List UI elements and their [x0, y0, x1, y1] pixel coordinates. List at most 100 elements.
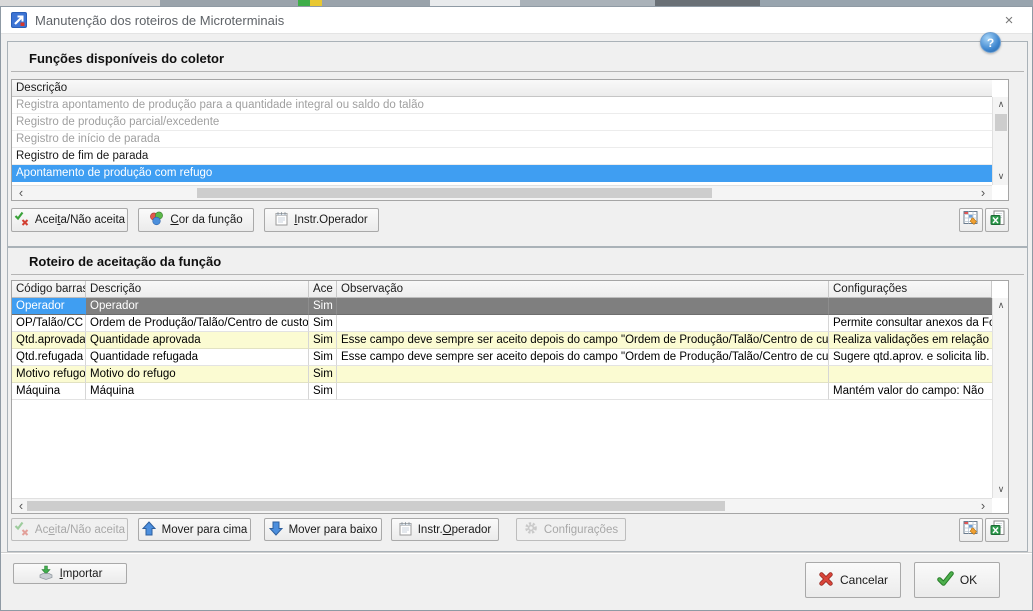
cell-codigo[interactable]: Máquina [12, 383, 86, 400]
list-vertical-scrollbar[interactable]: ∧ ∨ [992, 97, 1008, 185]
hscroll-thumb[interactable] [197, 188, 712, 198]
titlebar[interactable]: Manutenção dos roteiros de Microterminai… [1, 7, 1032, 34]
excel-icon [990, 520, 1005, 541]
cell-descricao[interactable]: Máquina [86, 383, 309, 400]
scroll-left-icon[interactable]: ‹ [14, 186, 28, 200]
cell-ace[interactable]: Sim [309, 383, 337, 400]
cell-configuracoes[interactable]: Realiza validações em relação ao t [829, 332, 992, 349]
cell-codigo[interactable]: Qtd.refugada [12, 349, 86, 366]
cell-descricao[interactable]: Ordem de Produção/Talão/Centro de custo [86, 315, 309, 332]
grid-hand-icon [963, 210, 979, 231]
column-header-descricao[interactable]: Descrição [12, 80, 992, 97]
cell-descricao[interactable]: Quantidade aprovada [86, 332, 309, 349]
cancel-x-icon [818, 571, 834, 590]
import-icon [38, 565, 54, 583]
group2-title: Roteiro de aceitação da função [29, 254, 221, 269]
column-header-configuracoes[interactable]: Configurações [829, 281, 992, 298]
ok-check-icon [937, 571, 954, 589]
grid-horizontal-scrollbar[interactable]: ‹ › [12, 498, 992, 513]
grid-row[interactable]: Qtd.refugada Quantidade refugada Sim Ess… [12, 349, 992, 366]
excel-icon [990, 210, 1005, 231]
cell-ace[interactable]: Sim [309, 349, 337, 366]
list-horizontal-scrollbar[interactable]: ‹ › [12, 185, 992, 200]
column-header-codigo-barras[interactable]: Código barras [12, 281, 86, 298]
dialog-manutencao-roteiros: Manutenção dos roteiros de Microterminai… [0, 6, 1033, 611]
instr-operador-button[interactable]: Instr.Operador [264, 208, 379, 232]
grid-row[interactable]: OP/Talão/CC Ordem de Produção/Talão/Cent… [12, 315, 992, 332]
column-header-descricao[interactable]: Descrição [86, 281, 309, 298]
scroll-right-icon[interactable]: › [976, 186, 990, 200]
list-item-selected[interactable]: Apontamento de produção com refugo [12, 165, 992, 182]
panel-roteiro-aceitacao: Roteiro de aceitação da função Código ba… [7, 247, 1028, 552]
list-item[interactable]: Registra apontamento de produção para a … [12, 97, 992, 114]
cell-ace[interactable]: Sim [309, 366, 337, 383]
aceita-nao-aceita-button[interactable]: Aceita/Não aceita [11, 208, 128, 232]
cell-configuracoes[interactable]: Sugere qtd.aprov. e solicita lib. p/ [829, 349, 992, 366]
grid-customize-button2[interactable] [959, 518, 983, 542]
check-x-icon [14, 521, 29, 539]
grid-row[interactable]: Motivo refugo Motivo do refugo Sim [12, 366, 992, 383]
list-item[interactable]: Registro de início de parada [12, 131, 992, 148]
scroll-down-icon[interactable]: ∨ [993, 483, 1009, 497]
scroll-right-icon[interactable]: › [976, 499, 990, 513]
cell-ace[interactable]: Sim [309, 298, 337, 315]
cell-descricao[interactable]: Quantidade refugada [86, 349, 309, 366]
scroll-up-icon[interactable]: ∧ [993, 299, 1009, 313]
configuracoes-button-disabled[interactable]: Configurações [516, 518, 626, 541]
hscroll-thumb[interactable] [27, 501, 725, 511]
cell-observacao[interactable] [337, 315, 829, 332]
scroll-left-icon[interactable]: ‹ [14, 499, 28, 513]
column-header-observacao[interactable]: Observação [337, 281, 829, 298]
cell-ace[interactable]: Sim [309, 315, 337, 332]
grid-row[interactable]: Qtd.aprovada Quantidade aprovada Sim Ess… [12, 332, 992, 349]
export-excel-button[interactable] [985, 208, 1009, 232]
mover-para-cima-button[interactable]: Mover para cima [138, 518, 251, 541]
arrow-down-icon [269, 521, 283, 539]
scroll-down-icon[interactable]: ∨ [993, 170, 1009, 184]
cell-configuracoes[interactable]: Permite consultar anexos da Form [829, 315, 992, 332]
instr-operador-button2[interactable]: Instr.Operador [391, 518, 499, 541]
gear-icon [524, 521, 538, 538]
close-icon[interactable]: × [998, 11, 1020, 31]
help-icon[interactable]: ? [980, 32, 1001, 53]
export-excel-button2[interactable] [985, 518, 1009, 542]
cell-observacao[interactable]: Esse campo deve sempre ser aceito depois… [337, 332, 829, 349]
cor-da-funcao-button[interactable]: Cor da função [138, 208, 254, 232]
cell-configuracoes[interactable] [829, 366, 992, 383]
list-item[interactable]: Registro de produção parcial/excedente [12, 114, 992, 131]
footer-bar: Importar Cancelar OK [1, 552, 1032, 610]
grid-customize-button[interactable] [959, 208, 983, 232]
ok-button[interactable]: OK [914, 562, 1000, 598]
cell-configuracoes[interactable] [829, 298, 992, 315]
cell-codigo[interactable]: Operador [12, 298, 86, 315]
cell-ace[interactable]: Sim [309, 332, 337, 349]
color-ball-icon [149, 211, 164, 229]
column-header-ace[interactable]: Ace [309, 281, 337, 298]
aceita-nao-aceita-button-disabled[interactable]: Aceita/Não aceita [11, 518, 128, 541]
scroll-up-icon[interactable]: ∧ [993, 98, 1009, 112]
cell-observacao[interactable] [337, 383, 829, 400]
cell-configuracoes[interactable]: Mantém valor do campo: Não [829, 383, 992, 400]
notepad-icon [275, 211, 288, 229]
grid-row[interactable]: Máquina Máquina Sim Mantém valor do camp… [12, 383, 992, 400]
grid-header-row: Código barras Descrição Ace Observação C… [12, 281, 992, 298]
grid-row-selected[interactable]: Operador Operador Sim [12, 298, 992, 315]
cell-codigo[interactable]: Qtd.aprovada [12, 332, 86, 349]
list-item[interactable]: Registro de fim de parada [12, 148, 992, 165]
cell-codigo[interactable]: OP/Talão/CC [12, 315, 86, 332]
mover-para-baixo-button[interactable]: Mover para baixo [264, 518, 382, 541]
vscroll-thumb[interactable] [995, 114, 1007, 131]
cell-observacao[interactable] [337, 366, 829, 383]
grid-vertical-scrollbar[interactable]: ∧ ∨ [992, 298, 1008, 498]
cancelar-button[interactable]: Cancelar [805, 562, 901, 598]
cell-codigo[interactable]: Motivo refugo [12, 366, 86, 383]
cell-descricao[interactable]: Motivo do refugo [86, 366, 309, 383]
cell-observacao[interactable] [337, 298, 829, 315]
roteiro-grid: Código barras Descrição Ace Observação C… [11, 280, 1009, 514]
cell-descricao[interactable]: Operador [86, 298, 309, 315]
notepad-icon [399, 521, 412, 539]
group1-title: Funções disponíveis do coletor [29, 51, 224, 66]
screen: Manutenção dos roteiros de Microterminai… [0, 0, 1033, 611]
importar-button[interactable]: Importar [13, 563, 127, 584]
cell-observacao[interactable]: Esse campo deve sempre ser aceito depois… [337, 349, 829, 366]
